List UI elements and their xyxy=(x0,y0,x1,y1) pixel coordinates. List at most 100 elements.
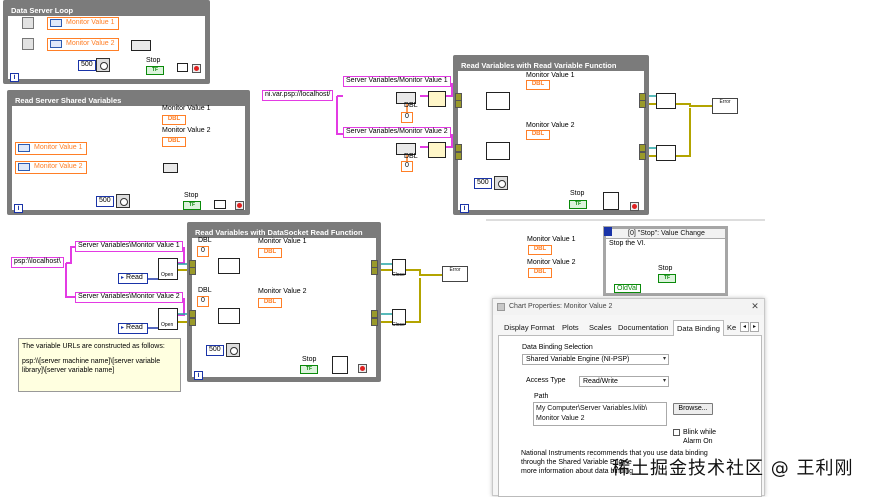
stop-terminal[interactable]: TF xyxy=(183,201,201,210)
ds-var-name-2-constant[interactable]: Server Variables\Monitor Value 2 xyxy=(75,292,183,303)
ds-unbundle-status-node[interactable] xyxy=(332,356,348,374)
zero-constant-2[interactable]: 0 xyxy=(401,161,413,172)
shift-register-left-4[interactable] xyxy=(455,152,462,160)
ds-read-node-1[interactable] xyxy=(218,258,240,274)
or-node[interactable] xyxy=(214,200,226,209)
simple-error-handler-icon[interactable]: Error xyxy=(712,98,738,114)
read-mode-enum-2[interactable]: ▸ Read xyxy=(118,323,148,334)
enum-arrow-icon: ▸ xyxy=(121,325,125,331)
dbl-indicator-2[interactable]: DBL xyxy=(162,137,186,147)
event-stop-label: Stop xyxy=(658,265,673,272)
loop-title: Read Variables with DataSocket Read Func… xyxy=(192,227,376,238)
chevron-down-icon: ▾ xyxy=(662,378,666,384)
fp-monitor-value-2-dbl[interactable]: DBL xyxy=(528,268,552,278)
tab-data-binding[interactable]: Data Binding xyxy=(673,320,724,336)
ds-zero-constant-1[interactable]: 0 xyxy=(197,246,209,257)
ds-url-constant[interactable]: psp:\\localhost\ xyxy=(11,257,64,268)
bundle-node[interactable] xyxy=(163,163,178,173)
open-connection-icon-1[interactable] xyxy=(428,91,446,107)
ds-monitor-value-2-indicator[interactable]: DBL xyxy=(258,298,282,308)
datasocket-read-loop[interactable]: Read Variables with DataSocket Read Func… xyxy=(187,222,381,382)
monitor-value-1-local[interactable]: Monitor Value 1 xyxy=(47,17,119,30)
ds-shift-left-3[interactable] xyxy=(189,310,196,318)
wait-timer-icon[interactable] xyxy=(494,176,508,190)
monitor-value-2-indicator[interactable]: DBL xyxy=(526,130,550,140)
stop-label: Stop xyxy=(570,190,585,197)
read-mode-enum-1[interactable]: ▸ Read xyxy=(118,273,148,284)
ds-zero-constant-2[interactable]: 0 xyxy=(197,296,209,307)
url-format-note: The variable URLs are constructed as fol… xyxy=(18,338,181,392)
blink-while-alarm-checkbox[interactable] xyxy=(673,429,680,436)
open-label-2: Open xyxy=(161,322,174,328)
ds-var-name-1-constant[interactable]: Server Variables\Monitor Value 1 xyxy=(75,241,183,252)
tab-key-navigation[interactable]: Ke xyxy=(727,323,736,332)
binding-selection-dropdown[interactable]: Shared Variable Engine (NI-PSP) ▾ xyxy=(522,354,669,365)
tab-documentation[interactable]: Documentation xyxy=(618,323,668,332)
wait-timer-icon[interactable] xyxy=(96,58,110,72)
stop-terminal[interactable]: TF xyxy=(569,200,587,209)
monitor-value-1-indicator[interactable]: DBL xyxy=(526,80,550,90)
read-variable-function-loop[interactable]: Read Variables with Read Variable Functi… xyxy=(453,55,649,215)
fp-monitor-value-1-dbl[interactable]: DBL xyxy=(528,245,552,255)
stop-condition-icon[interactable] xyxy=(630,202,639,211)
tab-scroll-right-icon[interactable]: ▸ xyxy=(750,322,759,332)
tab-scales[interactable]: Scales xyxy=(589,323,612,332)
open-connection-icon-2[interactable] xyxy=(428,142,446,158)
ds-shift-right-2[interactable] xyxy=(371,267,378,275)
monitor-value-2-local[interactable]: Monitor Value 2 xyxy=(47,38,119,51)
read-variable-node-2[interactable] xyxy=(486,142,510,160)
ds-shift-right-3[interactable] xyxy=(371,310,378,318)
monitor-value-1-shared-var[interactable]: Monitor Value 1 xyxy=(15,142,87,155)
ds-wait-ms-constant[interactable]: 500 xyxy=(206,345,224,356)
ds-stop-condition-icon[interactable] xyxy=(358,364,367,373)
ds-read-node-2[interactable] xyxy=(218,308,240,324)
ds-wait-timer-icon[interactable] xyxy=(226,343,240,357)
shift-register-right-2[interactable] xyxy=(639,100,646,108)
ds-stop-label: Stop xyxy=(302,356,317,363)
tab-scroll-left-icon[interactable]: ◂ xyxy=(740,322,749,332)
fp-monitor-value-1-label: Monitor Value 1 xyxy=(527,236,576,243)
stop-condition-icon[interactable] xyxy=(192,64,201,73)
var-name-1-constant[interactable]: Server Variables/Monitor Value 1 xyxy=(343,76,451,87)
shift-register-right-3[interactable] xyxy=(639,144,646,152)
close-variable-node-2[interactable] xyxy=(656,145,676,161)
watermark: 稀土掘金技术社区 @ 王利刚 xyxy=(612,458,854,479)
browse-button[interactable]: Browse... xyxy=(673,403,713,415)
or-node[interactable] xyxy=(177,63,188,72)
wait-ms-constant[interactable]: 500 xyxy=(474,178,492,189)
tab-display-format[interactable]: Display Format xyxy=(504,323,554,332)
unbundle-status-node[interactable] xyxy=(603,192,619,210)
wait-ms-constant[interactable]: 500 xyxy=(78,60,96,71)
access-type-dropdown[interactable]: Read/Write ▾ xyxy=(579,376,669,387)
ds-shift-left-4[interactable] xyxy=(189,318,196,326)
bundle-node[interactable] xyxy=(131,40,151,51)
monitor-value-1-label: Monitor Value 1 xyxy=(526,72,575,79)
zero-constant-1[interactable]: 0 xyxy=(401,112,413,123)
close-icon[interactable]: ✕ xyxy=(750,301,760,311)
tab-plots[interactable]: Plots xyxy=(562,323,579,332)
indicator-glyph-1 xyxy=(22,17,34,29)
event-case-selector[interactable]: [0] "Stop": Value Change xyxy=(606,229,725,239)
url-constant[interactable]: ni.var.psp://localhost/ xyxy=(262,90,334,101)
shift-register-right-4[interactable] xyxy=(639,152,646,160)
stop-condition-icon[interactable] xyxy=(235,201,244,210)
iteration-terminal: i xyxy=(10,73,19,82)
var-name-2-constant[interactable]: Server Variables/Monitor Value 2 xyxy=(343,127,451,138)
event-structure[interactable]: [0] "Stop": Value Change Stop the VI. St… xyxy=(603,226,728,296)
ds-stop-terminal[interactable]: TF xyxy=(300,365,318,374)
close-variable-node-1[interactable] xyxy=(656,93,676,109)
ds-shift-left-2[interactable] xyxy=(189,267,196,275)
shift-register-left-2[interactable] xyxy=(455,100,462,108)
path-textbox[interactable]: My Computer\Server Variables.lvlib\ Moni… xyxy=(533,402,667,426)
monitor-value-2-shared-var[interactable]: Monitor Value 2 xyxy=(15,161,87,174)
shift-register-left-3[interactable] xyxy=(455,144,462,152)
dbl-indicator-1[interactable]: DBL xyxy=(162,115,186,125)
stop-terminal[interactable]: TF xyxy=(146,66,164,75)
read-variable-node-1[interactable] xyxy=(486,92,510,110)
wait-ms-constant[interactable]: 500 xyxy=(96,196,114,207)
ds-monitor-value-1-indicator[interactable]: DBL xyxy=(258,248,282,258)
ds-error-handler-icon[interactable]: Error xyxy=(442,266,468,282)
event-stop-terminal[interactable]: TF xyxy=(658,274,676,283)
ds-shift-right-4[interactable] xyxy=(371,318,378,326)
wait-timer-icon[interactable] xyxy=(116,194,130,208)
